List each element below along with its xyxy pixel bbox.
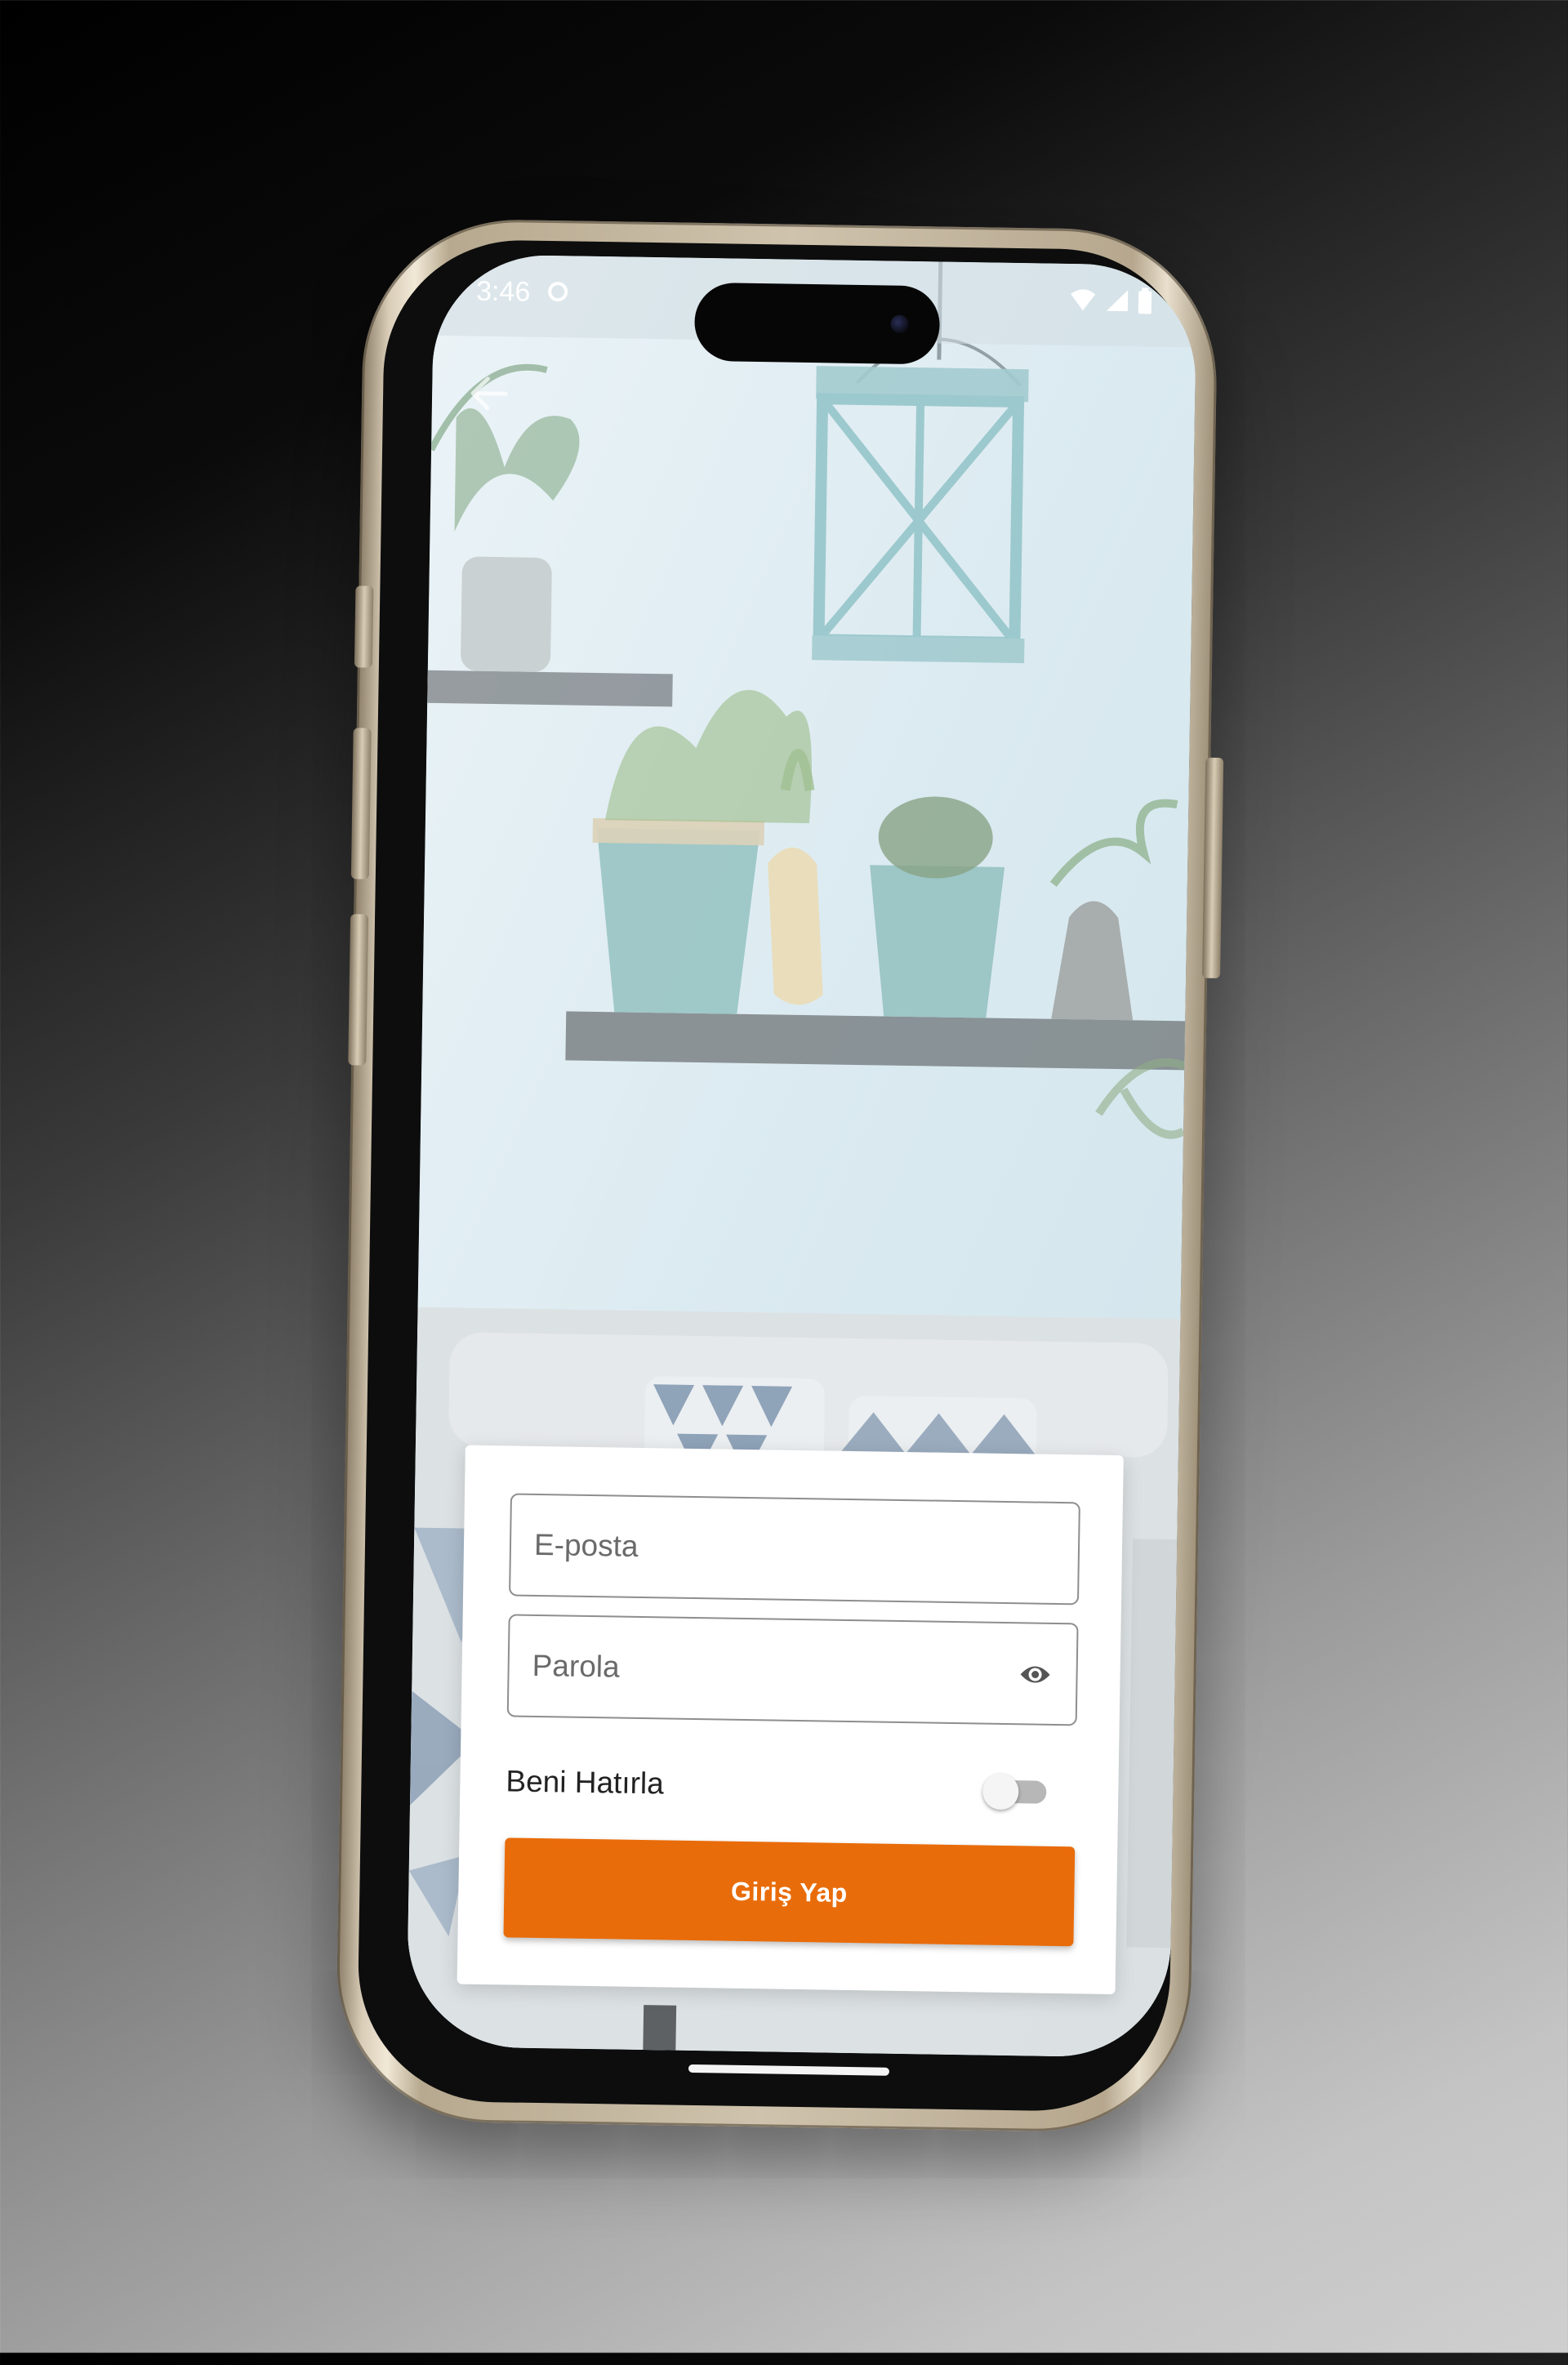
power-button xyxy=(1202,757,1224,978)
password-field[interactable]: Parola xyxy=(506,1614,1079,1726)
front-camera xyxy=(890,314,909,333)
email-field[interactable]: E-posta xyxy=(509,1493,1080,1606)
volume-down-button xyxy=(348,914,369,1066)
action-button xyxy=(354,586,374,668)
battery-icon xyxy=(1138,287,1152,314)
signal-icon xyxy=(1106,290,1129,312)
back-arrow-icon[interactable] xyxy=(465,368,514,418)
status-time: 3:46 xyxy=(475,275,531,308)
email-placeholder: E-posta xyxy=(533,1527,639,1563)
toggle-thumb xyxy=(982,1773,1019,1810)
dynamic-island xyxy=(693,282,941,365)
wifi-icon xyxy=(1071,289,1096,311)
status-icons xyxy=(1069,287,1152,314)
app-screen: 3:46 E-posta Parola Beni Hatırla Giriş Y… xyxy=(406,253,1197,2059)
login-button[interactable]: Giriş Yap xyxy=(503,1837,1076,1947)
eye-icon[interactable] xyxy=(1018,1659,1052,1690)
remember-me-toggle[interactable] xyxy=(982,1769,1049,1812)
password-placeholder: Parola xyxy=(532,1648,620,1684)
sync-status-icon xyxy=(547,281,568,302)
remember-me-label: Beni Hatırla xyxy=(506,1764,665,1801)
login-card: E-posta Parola Beni Hatırla Giriş Yap xyxy=(457,1445,1124,1995)
phone-mockup: 3:46 E-posta Parola Beni Hatırla Giriş Y… xyxy=(0,0,1568,2365)
volume-up-button xyxy=(350,728,372,880)
